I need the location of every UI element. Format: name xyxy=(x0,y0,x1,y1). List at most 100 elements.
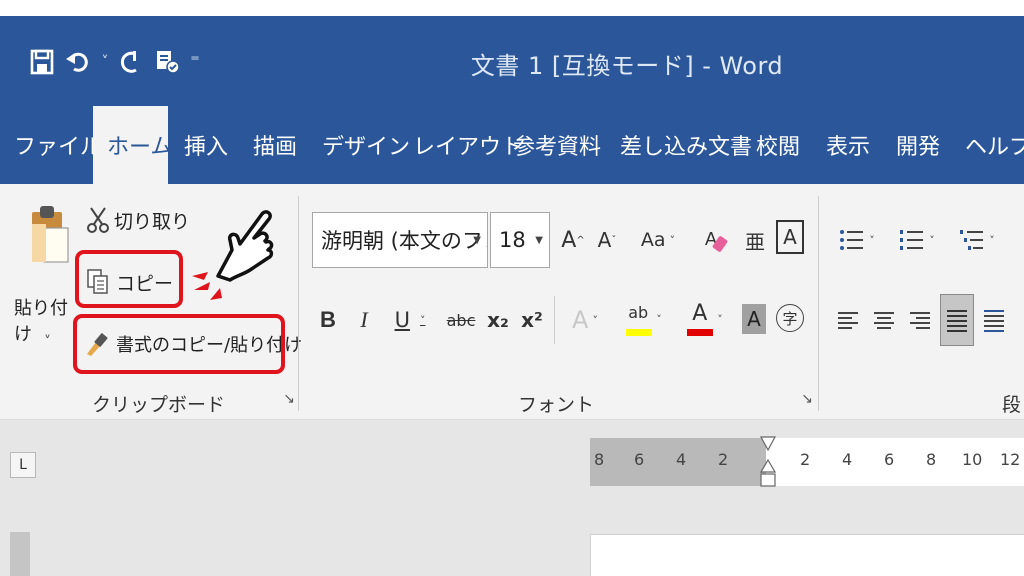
font-name-value: 游明朝 (本文のフォン xyxy=(321,229,487,253)
tab-draw[interactable]: 描画 xyxy=(253,106,297,184)
ruler-tick: 2 xyxy=(800,450,811,469)
font-group-label: フォント xyxy=(518,394,595,416)
chevron-down-icon: ˅ xyxy=(717,312,723,326)
clear-formatting-button[interactable]: A xyxy=(702,220,732,260)
text-effects-label: A xyxy=(572,306,589,334)
enclose-characters-label: 字 xyxy=(782,309,798,328)
tab-design[interactable]: デザイン xyxy=(322,106,410,184)
tab-view[interactable]: 表示 xyxy=(826,106,870,184)
group-separator xyxy=(818,196,819,411)
shrink-font-label: A xyxy=(597,228,612,252)
phonetic-guide-icon: 亜 xyxy=(745,229,765,254)
character-border-button[interactable]: A xyxy=(776,220,804,254)
chevron-down-icon: ˅ xyxy=(419,313,426,327)
chevron-down-icon: ▼ xyxy=(473,234,481,246)
tab-references[interactable]: 参考資料 xyxy=(513,106,601,184)
clipboard-group-label: クリップボード xyxy=(92,394,226,416)
align-center-icon xyxy=(874,312,894,329)
subscript-label: x₂ xyxy=(487,308,509,332)
ruler-tick: 4 xyxy=(842,450,853,469)
font-launcher-button[interactable]: ↘ xyxy=(798,390,816,408)
shrink-font-button[interactable]: Aˇ xyxy=(594,220,620,260)
numbering-icon xyxy=(900,230,924,250)
vertical-ruler xyxy=(10,532,30,576)
indent-marker-icon[interactable] xyxy=(760,436,776,488)
tab-selector-button[interactable]: L xyxy=(10,452,36,478)
highlight-color-button[interactable]: ab ˅ xyxy=(618,296,670,342)
change-case-label: Aa xyxy=(640,229,666,251)
font-color-label: A xyxy=(692,301,708,326)
font-name-combo[interactable]: 游明朝 (本文のフォン ▼ xyxy=(312,212,488,268)
underline-label: U xyxy=(394,308,410,332)
character-shading-label: A xyxy=(747,307,761,331)
font-separator xyxy=(554,296,555,344)
paste-button[interactable]: 貼り付け ˅ xyxy=(8,198,76,358)
document-page[interactable] xyxy=(590,534,1024,576)
tab-file[interactable]: ファイル xyxy=(14,106,102,184)
title-bar: ˅ ⁼ 文書 1 [互換モード] - Word xyxy=(0,16,1024,106)
ruler-area: L 8 6 4 2 2 4 6 8 10 12 xyxy=(0,420,1024,576)
grow-font-label: A xyxy=(561,227,577,253)
distributed-button[interactable] xyxy=(980,302,1008,338)
underline-button[interactable]: U ˅ xyxy=(386,300,434,340)
document-title: 文書 1 [互換モード] - Word xyxy=(470,52,784,80)
ribbon-tabs: ファイル ホーム 挿入 描画 デザイン レイアウト 参考資料 差し込み文書 校閲… xyxy=(0,106,1024,184)
character-border-label: A xyxy=(783,225,797,249)
enclose-characters-button[interactable]: 字 xyxy=(776,304,804,332)
phonetic-guide-button[interactable]: 亜 xyxy=(742,220,768,260)
distributed-icon xyxy=(984,310,1004,332)
ruler-tick: 6 xyxy=(634,450,645,469)
justify-button[interactable] xyxy=(940,294,974,346)
cut-label: 切り取り xyxy=(114,210,191,233)
numbering-button[interactable]: ˅ xyxy=(892,220,942,260)
italic-label: I xyxy=(360,307,368,332)
text-effects-button[interactable]: A ˅ xyxy=(562,300,608,340)
tab-help[interactable]: ヘルプ xyxy=(965,106,1024,184)
change-case-button[interactable]: Aa ˅ xyxy=(634,220,682,260)
ruler-tick: 12 xyxy=(1000,450,1021,469)
tab-selector-label: L xyxy=(19,457,27,473)
bold-button[interactable]: B xyxy=(316,300,340,340)
tab-insert[interactable]: 挿入 xyxy=(184,106,228,184)
multilevel-list-icon xyxy=(960,230,984,250)
ruler-tick: 6 xyxy=(884,450,895,469)
highlight-swatch xyxy=(626,329,653,336)
tab-mailings[interactable]: 差し込み文書 xyxy=(620,106,752,184)
tab-layout[interactable]: レイアウト xyxy=(413,106,523,184)
font-size-combo[interactable]: 18 ▼ xyxy=(490,212,550,268)
justify-icon xyxy=(947,310,967,332)
ruler-tick: 8 xyxy=(594,450,605,469)
multilevel-list-button[interactable]: ˅ xyxy=(952,220,1002,260)
chevron-down-icon: ˅ xyxy=(656,312,662,326)
superscript-button[interactable]: x² xyxy=(518,300,546,340)
horizontal-ruler[interactable]: 8 6 4 2 2 4 6 8 10 12 xyxy=(590,436,1024,488)
strikethrough-button[interactable]: abc xyxy=(444,300,478,340)
scissors-icon xyxy=(87,207,109,233)
align-center-button[interactable] xyxy=(870,302,898,338)
align-right-button[interactable] xyxy=(906,302,934,338)
format-painter-highlight-box xyxy=(73,314,285,374)
character-shading-button[interactable]: A xyxy=(742,304,766,334)
tab-developer[interactable]: 開発 xyxy=(896,106,940,184)
chevron-down-icon: ˅ xyxy=(989,233,995,247)
cut-button[interactable]: 切り取り xyxy=(86,202,190,238)
clipboard-launcher-button[interactable]: ↘ xyxy=(280,390,298,408)
bullets-icon xyxy=(840,230,864,250)
font-color-button[interactable]: A ˅ xyxy=(680,296,730,342)
tab-review[interactable]: 校閲 xyxy=(756,106,800,184)
ruler-tick: 8 xyxy=(926,450,937,469)
italic-button[interactable]: I xyxy=(352,300,376,340)
tab-home[interactable]: ホーム xyxy=(93,106,172,184)
grow-font-button[interactable]: A ^ xyxy=(560,220,586,260)
bullets-button[interactable]: ˅ xyxy=(832,220,882,260)
chevron-down-icon: ˅ xyxy=(929,233,935,247)
attention-marks-icon xyxy=(192,272,222,300)
dialog-launcher-icon: ↘ xyxy=(283,391,295,407)
chevron-down-icon: ˅ xyxy=(592,313,598,327)
superscript-label: x² xyxy=(521,308,543,332)
copy-highlight-box xyxy=(75,250,183,308)
ruler-tick: 4 xyxy=(676,450,687,469)
ribbon: 貼り付け ˅ 切り取り コピー 書式のコピー/貼り付け クリップボード ↘ 游明… xyxy=(0,184,1024,420)
subscript-button[interactable]: x₂ xyxy=(484,300,512,340)
align-left-button[interactable] xyxy=(834,302,862,338)
